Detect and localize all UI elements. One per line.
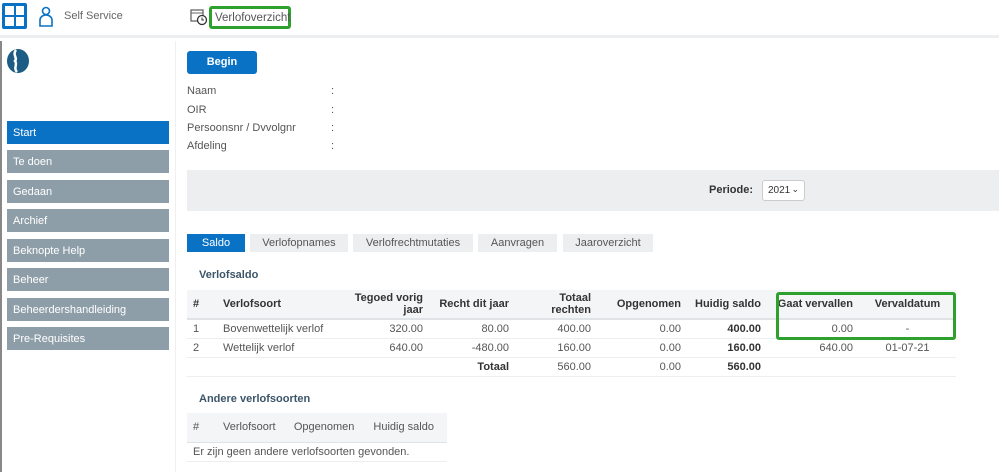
tab-aanvragen[interactable]: Aanvragen [478, 234, 557, 252]
col-opgenomen: Opgenomen [287, 413, 368, 443]
app-label[interactable]: Self Service [64, 10, 123, 22]
sidebar-item-gedaan[interactable]: Gedaan [7, 180, 169, 203]
highlight-box [776, 292, 956, 340]
app-grid-icon[interactable] [2, 3, 27, 29]
oir-label: OIR [187, 104, 207, 116]
chevron-down-icon: ⌄ [791, 184, 799, 194]
main-content [175, 41, 999, 472]
periode-label: Periode: [709, 184, 754, 196]
col-totaal: Totaal rechten [515, 290, 597, 320]
begin-button[interactable]: Begin [187, 51, 257, 74]
user-icon[interactable] [38, 6, 54, 28]
sidebar-item-archief[interactable]: Archief [7, 209, 169, 232]
oir-colon: : [331, 104, 335, 116]
verlofsaldo-title: Verlofsaldo [199, 269, 259, 281]
persoonsnr-label: Persoonsnr / Dvvolgnr [187, 122, 296, 134]
sidebar-item-beknopte-help[interactable]: Beknopte Help [7, 239, 169, 262]
cell-opgenomen: 0.00 [597, 338, 687, 358]
col-opgenomen: Opgenomen [597, 290, 687, 320]
empty-message: Er zijn geen andere verlofsoorten gevond… [187, 442, 447, 462]
cell-totaal: 160.00 [515, 338, 597, 358]
sidebar-item-beheerdershandleiding[interactable]: Beheerdershandleiding [7, 298, 169, 321]
cell-opgenomen: 0.00 [597, 319, 687, 339]
col-verlofsoort: Verlofsoort [217, 290, 337, 320]
periode-select[interactable]: 2021 ⌄ [762, 180, 805, 201]
persoonsnr-colon: : [331, 122, 335, 134]
cell-nr: 2 [187, 338, 217, 358]
cell-vervaldatum: 01-07-21 [859, 338, 956, 358]
table-row: 2 Wettelijk verlof 640.00 -480.00 160.00… [187, 338, 956, 358]
naam-colon: : [331, 85, 335, 97]
total-row: Totaal 560.00 0.00 560.00 [187, 357, 956, 377]
col-huidig: Huidig saldo [687, 290, 767, 320]
tab-verlofopnames[interactable]: Verlofopnames [250, 234, 348, 252]
cell-tegoed: 320.00 [337, 319, 429, 339]
total-opgenomen: 0.00 [597, 357, 687, 377]
tab-saldo[interactable]: Saldo [187, 234, 245, 252]
afdeling-colon: : [331, 140, 335, 152]
afdeling-label: Afdeling [187, 140, 227, 152]
col-tegoed: Tegoed vorig jaar [337, 290, 429, 320]
logo-icon [7, 49, 29, 73]
top-bar: Self Service Verlofoverzicht [0, 0, 999, 38]
sidebar: Start Te doen Gedaan Archief Beknopte He… [0, 41, 175, 472]
page-title: Verlofoverzicht [209, 6, 291, 29]
cell-verlofsoort: Wettelijk verlof [217, 338, 337, 358]
sidebar-item-beheer[interactable]: Beheer [7, 268, 169, 291]
total-huidig-saldo: 560.00 [687, 357, 767, 377]
cell-recht: -480.00 [429, 338, 515, 358]
col-nr: # [187, 413, 217, 443]
col-verlofsoort: Verlofsoort [217, 413, 288, 443]
total-totaal-rechten: 560.00 [515, 357, 597, 377]
andere-title: Andere verlofsoorten [199, 393, 311, 405]
periode-bar: Periode: 2021 ⌄ [187, 170, 999, 211]
cell-tegoed: 640.00 [337, 338, 429, 358]
andere-table: # Verlofsoort Opgenomen Huidig saldo Er … [187, 413, 447, 462]
tab-verlofrechtmutaties[interactable]: Verlofrechtmutaties [353, 234, 473, 252]
tab-jaaroverzicht[interactable]: Jaaroverzicht [563, 234, 653, 252]
col-recht: Recht dit jaar [429, 290, 515, 320]
total-label: Totaal [429, 357, 515, 377]
col-huidig: Huidig saldo [367, 413, 447, 443]
col-nr: # [187, 290, 217, 320]
table-header-row: # Verlofsoort Opgenomen Huidig saldo [187, 413, 447, 443]
cell-nr: 1 [187, 319, 217, 339]
sidebar-item-start[interactable]: Start [7, 121, 169, 144]
cell-huidig: 160.00 [687, 338, 767, 358]
naam-label: Naam [187, 85, 217, 97]
cell-verlofsoort: Bovenwettelijk verlof [217, 319, 337, 339]
cell-totaal: 400.00 [515, 319, 597, 339]
periode-value: 2021 [768, 185, 791, 196]
sidebar-item-pre-requisites[interactable]: Pre-Requisites [7, 327, 169, 350]
cell-huidig: 400.00 [687, 319, 767, 339]
cell-gaat-vervallen: 640.00 [767, 338, 859, 358]
sidebar-item-te-doen[interactable]: Te doen [7, 150, 169, 173]
cell-recht: 80.00 [429, 319, 515, 339]
calendar-clock-icon [190, 9, 208, 26]
